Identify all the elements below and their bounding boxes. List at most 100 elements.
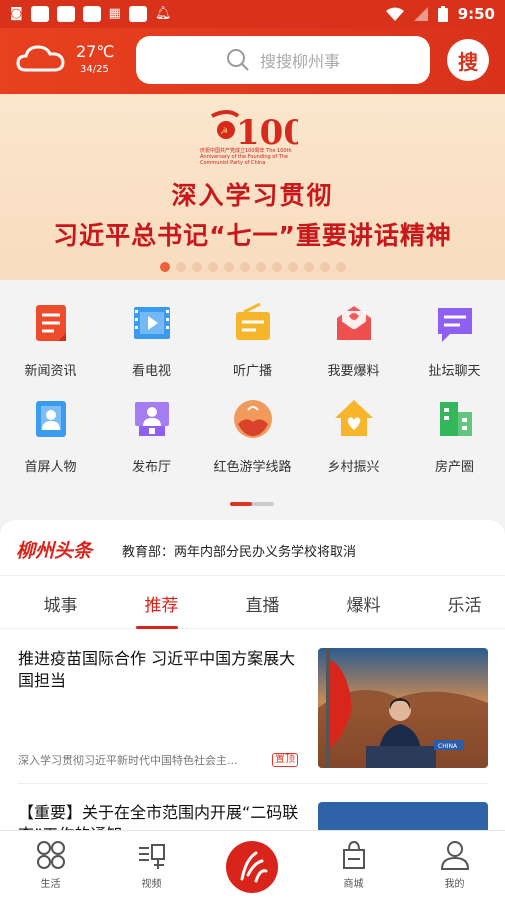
app-notification-icon [30, 6, 49, 22]
tab-item[interactable]: 乐活 [414, 591, 505, 616]
temperature: 27℃ [76, 42, 115, 61]
radio-icon [235, 302, 270, 340]
service-item[interactable]: 房产圈 [404, 384, 505, 479]
nav-mall[interactable]: 商城 [303, 839, 404, 890]
active-tab-indicator [136, 626, 178, 629]
grid-page-indicator [230, 502, 274, 506]
article-image: CHINA [318, 648, 488, 768]
article-title[interactable]: 推进疫苗国际合作 习近平中国方案展大国担当 [18, 648, 300, 692]
signal-icon [413, 7, 428, 21]
news-panel: 柳州头条 教育部：两年内部分民办义务学校将取消 城事 推荐 直播 爆料 乐活 推进疫苗国… [0, 520, 505, 850]
notification-icons: ◙ ▦ 🔔︎ [10, 6, 171, 22]
tv-icon [133, 307, 170, 339]
carousel-dot[interactable] [288, 262, 298, 272]
carousel-indicator[interactable] [160, 262, 346, 272]
headline-ticker[interactable]: 柳州头条 教育部：两年内部分民办义务学校将取消 [0, 520, 505, 576]
carousel-dot[interactable] [176, 262, 186, 272]
battery-icon [437, 6, 448, 22]
service-item[interactable]: 乡村振兴 [303, 384, 404, 479]
camera-notification-icon: ◙ [10, 6, 23, 21]
person-card-icon [35, 401, 66, 437]
service-item[interactable]: 看电视 [101, 288, 202, 383]
service-label: 我要爆料 [327, 364, 380, 379]
carousel-dot[interactable] [256, 262, 266, 272]
service-label: 扯坛聊天 [428, 364, 481, 379]
nav-label: 生活 [40, 879, 61, 890]
tab-item[interactable]: 推荐 [111, 591, 212, 616]
tab-item[interactable]: 爆料 [313, 591, 414, 616]
banner-headline-1: 深入学习贯彻 [171, 181, 334, 210]
service-item[interactable]: 红色游学线路 [202, 384, 303, 479]
qr-notification-icon: ▦ [108, 6, 121, 21]
service-label: 听广播 [232, 364, 272, 379]
category-tabs: 城事 推荐 直播 爆料 乐活 [0, 577, 505, 629]
headline-logo: 柳州头条 [16, 540, 93, 562]
wifi-icon [385, 7, 404, 21]
logo-caption: 庆祝中国共产党成立100周年 The 100th Anniversary of … [200, 148, 292, 166]
app-notification-icon [128, 6, 147, 22]
bottom-nav: 生活 视频 商城 我的 [0, 830, 505, 900]
service-item[interactable]: 听广播 [202, 288, 303, 383]
top-header: 27℃ 34/25 搜搜柳州事 搜 [0, 28, 505, 94]
article-source: 深入学习贯彻习近平新时代中国特色社会主... [18, 754, 238, 767]
status-bar: ◙ ▦ 🔔︎ 9:50 [0, 0, 505, 28]
search-icon [226, 49, 249, 71]
app-notification-icon [82, 6, 101, 22]
building-icon [439, 402, 472, 436]
carousel-dot[interactable] [272, 262, 282, 272]
nav-life[interactable]: 生活 [0, 839, 101, 890]
banner-headline-2: 习近平总书记“七一”重要讲话精神 [53, 221, 452, 250]
service-item[interactable]: 新闻资讯 [0, 288, 101, 383]
carousel-dot[interactable] [240, 262, 250, 272]
pinned-badge: 置顶 [272, 753, 298, 767]
nav-mine[interactable]: 我的 [404, 839, 505, 890]
search-input[interactable]: 搜搜柳州事 [136, 36, 430, 84]
promo-banner[interactable]: ☭ 100 庆祝中国共产党成立100周年 The 100th Anniversa… [0, 94, 505, 280]
svg-text:☭: ☭ [220, 127, 228, 137]
red-tour-icon [233, 400, 272, 438]
search-button[interactable]: 搜 [447, 39, 489, 81]
bell-icon: 🔔︎ [154, 6, 172, 21]
carousel-dot[interactable] [320, 262, 330, 272]
service-label: 红色游学线路 [213, 460, 292, 475]
service-label: 首屏人物 [24, 460, 77, 475]
service-label: 房产圈 [434, 460, 474, 475]
user-icon [440, 841, 469, 870]
service-item[interactable]: 首屏人物 [0, 384, 101, 479]
nav-label: 我的 [444, 879, 465, 890]
service-item[interactable]: 发布厅 [101, 384, 202, 479]
nav-video[interactable]: 视频 [101, 839, 202, 890]
service-item[interactable]: 扯坛聊天 [404, 288, 505, 383]
app-notification-icon [56, 6, 75, 22]
carousel-dot[interactable] [304, 262, 314, 272]
image-caption: CHINA [438, 743, 458, 750]
carousel-dot[interactable] [336, 262, 346, 272]
tab-item[interactable]: 直播 [212, 591, 313, 616]
grid-icon [36, 841, 65, 869]
service-label: 发布厅 [131, 460, 171, 475]
logo-number: 100 [236, 113, 298, 153]
carousel-dot[interactable] [208, 262, 218, 272]
service-grid: 新闻资讯 看电视 听广播 我要爆料 扯坛聊天首屏人物 发布厅 红色游学线路 乡村振兴 房产圈 [0, 288, 505, 478]
podium-icon [134, 402, 169, 436]
carousel-dot[interactable] [224, 262, 234, 272]
nav-label: 视频 [141, 879, 162, 890]
service-label: 看电视 [131, 364, 171, 379]
house-heart-icon [334, 400, 373, 436]
cloud-icon[interactable] [16, 42, 66, 74]
shopping-bag-icon [342, 840, 365, 869]
news-icon [35, 305, 66, 341]
carousel-dot[interactable] [192, 262, 202, 272]
tab-item[interactable]: 城事 [10, 591, 111, 616]
chat-icon [437, 308, 472, 342]
article-thumbnail[interactable]: CHINA [318, 648, 488, 768]
search-placeholder: 搜搜柳州事 [259, 52, 340, 71]
article-card[interactable]: 推进疫苗国际合作 习近平中国方案展大国担当 深入学习贯彻习近平新时代中国特色社会… [18, 648, 488, 784]
service-label: 乡村振兴 [327, 460, 380, 475]
headline-text[interactable]: 教育部：两年内部分民办义务学校将取消 [122, 541, 356, 560]
clock: 9:50 [457, 5, 495, 23]
service-item[interactable]: 我要爆料 [303, 288, 404, 383]
app-logo-icon[interactable] [226, 841, 278, 893]
service-label: 新闻资讯 [24, 364, 77, 379]
carousel-dot[interactable] [160, 262, 170, 272]
